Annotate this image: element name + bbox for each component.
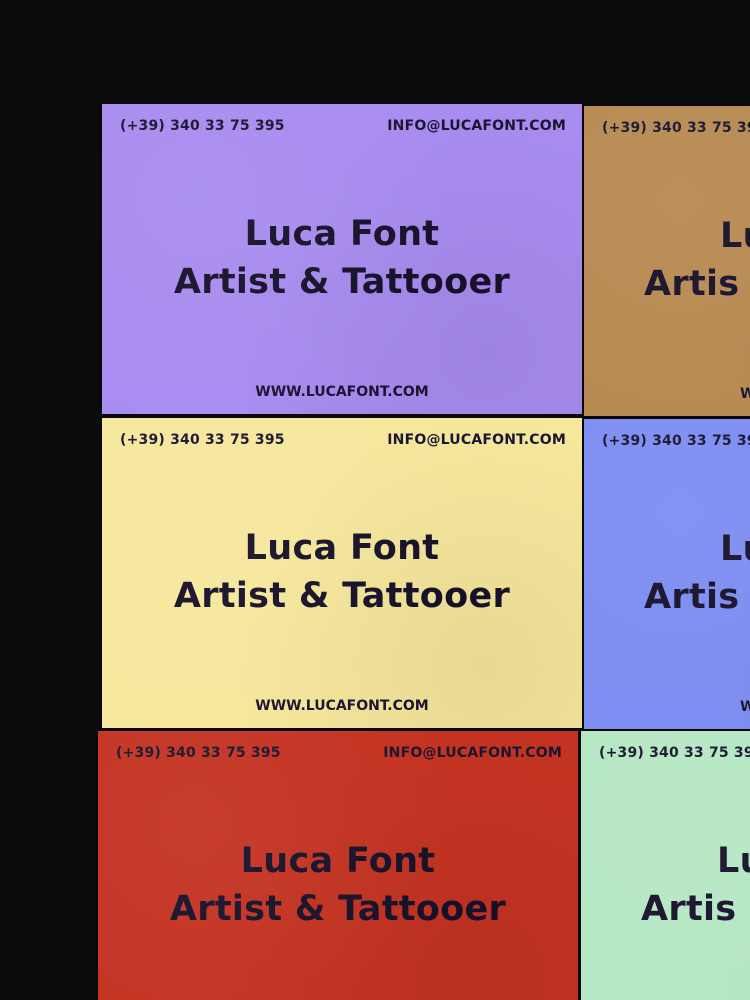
card-website: WWW.LUCAFONT.COM — [255, 698, 429, 714]
business-card-cream: (+39) 340 33 75 395 INFO@LUCAFONT.COM Lu… — [102, 418, 582, 728]
card-name: Lu — [720, 529, 750, 569]
business-card-mint: (+39) 340 33 75 395 Lu Artis — [581, 731, 750, 1000]
card-name: Lu — [720, 216, 750, 256]
card-phone: (+39) 340 33 75 395 — [602, 120, 750, 136]
card-role: Artist & Tattooer — [169, 889, 507, 929]
card-phone: (+39) 340 33 75 395 — [116, 745, 281, 761]
card-website: W — [740, 386, 750, 402]
business-card-periwinkle: (+39) 340 33 75 395 Lu Artis W — [584, 419, 750, 729]
card-name: Luca Font — [240, 841, 436, 881]
card-role: Artist & Tattooer — [173, 262, 511, 302]
card-name: Luca Font — [244, 214, 440, 254]
card-website: W — [740, 699, 750, 715]
card-email: INFO@LUCAFONT.COM — [387, 118, 566, 134]
business-card-lilac: (+39) 340 33 75 395 INFO@LUCAFONT.COM Lu… — [102, 104, 582, 414]
card-role: Artis — [644, 264, 740, 304]
business-card-red: (+39) 340 33 75 395 INFO@LUCAFONT.COM Lu… — [98, 731, 578, 1000]
card-name: Lu — [717, 841, 750, 881]
card-name: Luca Font — [244, 528, 440, 568]
card-email: INFO@LUCAFONT.COM — [387, 432, 566, 448]
card-phone: (+39) 340 33 75 395 — [120, 118, 285, 134]
card-phone: (+39) 340 33 75 395 — [120, 432, 285, 448]
card-role: Artis — [641, 889, 737, 929]
card-email: INFO@LUCAFONT.COM — [383, 745, 562, 761]
card-phone: (+39) 340 33 75 395 — [602, 433, 750, 449]
card-role: Artis — [644, 577, 740, 617]
card-phone: (+39) 340 33 75 395 — [599, 745, 750, 761]
card-website: WWW.LUCAFONT.COM — [255, 384, 429, 400]
business-card-kraft: (+39) 340 33 75 395 Lu Artis W — [584, 106, 750, 416]
card-role: Artist & Tattooer — [173, 576, 511, 616]
business-cards-photo: (+39) 340 33 75 395 INFO@LUCAFONT.COM Lu… — [0, 0, 750, 1000]
